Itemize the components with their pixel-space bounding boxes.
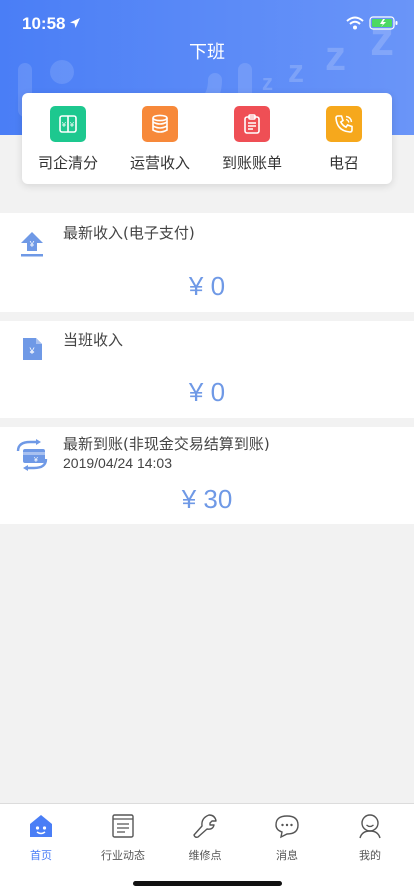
svg-text:¥: ¥	[34, 457, 38, 464]
news-icon	[112, 814, 134, 838]
tab-label: 我的	[359, 849, 381, 862]
page-title: 下班	[189, 42, 225, 63]
card-transfer-icon: ¥	[16, 439, 48, 471]
tab-label: 行业动态	[101, 849, 145, 862]
income-upload-icon: ¥	[21, 232, 43, 257]
latest-income-section[interactable]: ¥ 最新收入(电子支付) ¥ 0	[0, 213, 414, 312]
latest-arrival-amount: ¥ 30	[181, 484, 233, 514]
battery-icon	[369, 16, 398, 30]
home-icon	[30, 815, 52, 837]
quick-action-settlement[interactable]: ¥ ¥ 司企清分	[22, 106, 114, 173]
latest-income-title: 最新收入(电子支付)	[63, 224, 195, 242]
shift-income-amount: ¥ 0	[188, 377, 226, 407]
quick-action-label: 司企清分	[37, 154, 98, 172]
shift-income-section[interactable]: ¥ 当班收入 ¥ 0	[0, 321, 414, 418]
latest-arrival-date: 2019/04/24 14:03	[63, 455, 172, 471]
clipboard-icon	[234, 106, 270, 142]
tab-industry-news[interactable]: 行业动态	[82, 812, 164, 863]
svg-text:z: z	[262, 70, 273, 95]
location-arrow-icon	[70, 18, 80, 28]
tab-mine[interactable]: 我的	[329, 812, 411, 863]
quick-action-label: 运营收入	[129, 154, 190, 172]
tab-label: 维修点	[188, 849, 222, 862]
user-icon	[359, 814, 381, 839]
chat-icon	[275, 815, 299, 839]
svg-text:¥: ¥	[28, 346, 35, 356]
tab-home[interactable]: 首页	[0, 812, 82, 863]
document-icon: ¥	[23, 338, 42, 360]
svg-text:¥: ¥	[29, 240, 35, 249]
quick-action-label: 电召	[328, 154, 359, 172]
tab-label: 消息	[276, 849, 298, 862]
svg-text:¥: ¥	[62, 121, 67, 129]
tab-messages[interactable]: 消息	[246, 812, 328, 863]
settlement-icon: ¥ ¥	[50, 106, 86, 142]
quick-action-dispatch-call[interactable]: 电召	[298, 106, 390, 173]
database-icon	[142, 106, 178, 142]
wifi-icon	[346, 16, 364, 30]
wrench-icon	[193, 814, 217, 838]
svg-text:¥: ¥	[70, 121, 75, 129]
tab-repair-points[interactable]: 维修点	[164, 812, 246, 863]
latest-income-amount: ¥ 0	[188, 271, 226, 301]
quick-actions-card: ¥ ¥ 司企清分 运营收入 到账账单 电召	[22, 93, 392, 184]
status-time: 10:58	[22, 14, 66, 33]
latest-arrival-title: 最新到账(非现金交易结算到账)	[63, 435, 270, 453]
phone-icon	[326, 106, 362, 142]
quick-action-arrival-bill[interactable]: 到账账单	[206, 106, 298, 173]
shift-income-title: 当班收入	[63, 331, 124, 349]
quick-action-label: 到账账单	[221, 154, 282, 172]
latest-arrival-section[interactable]: ¥ 最新到账(非现金交易结算到账) 2019/04/24 14:03 ¥ 30	[0, 427, 414, 524]
quick-action-operating-income[interactable]: 运营收入	[114, 106, 206, 173]
tab-label: 首页	[30, 849, 52, 862]
home-indicator[interactable]	[133, 881, 282, 886]
